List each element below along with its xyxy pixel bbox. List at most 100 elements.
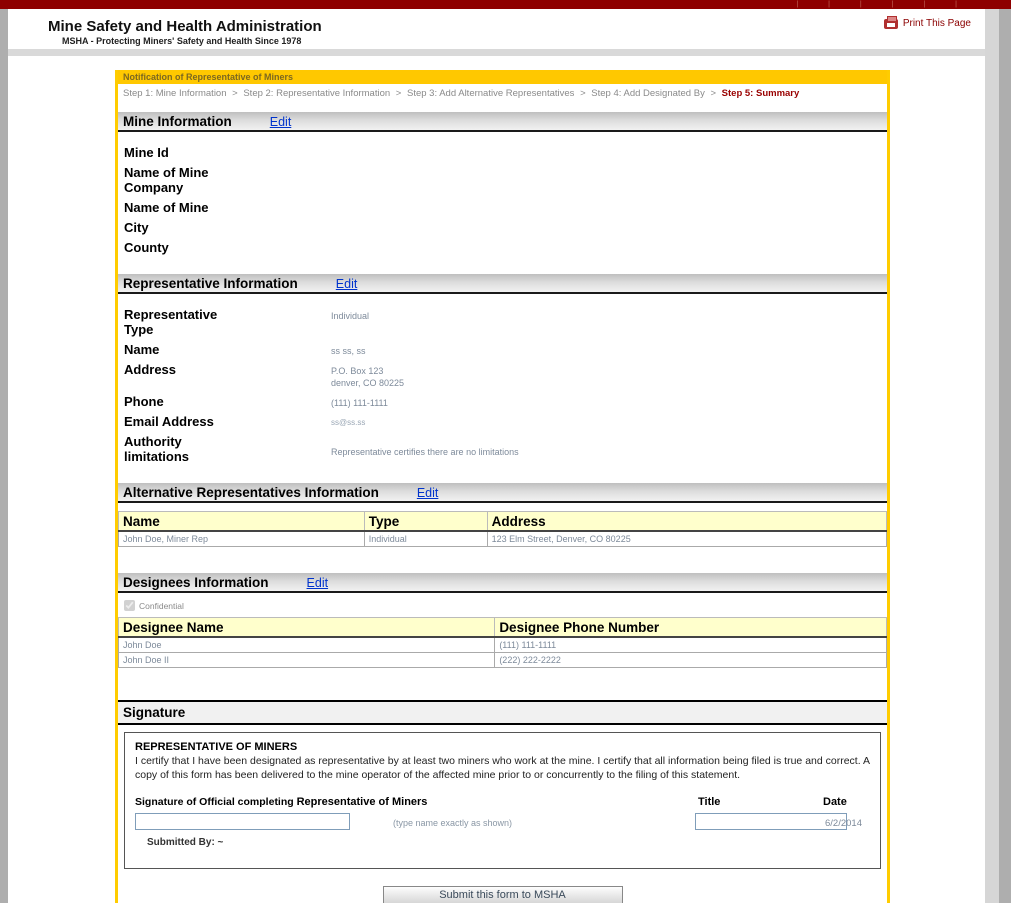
signature-label-part1: Signature of Official completing [135, 796, 294, 808]
field-row: Name of Mine [124, 200, 881, 215]
signature-hint: (type name exactly as shown) [393, 818, 513, 828]
field-value: ss ss, ss [331, 346, 366, 356]
field-label: Mine Id [124, 145, 169, 160]
field-row: Name of Mine Company [124, 165, 881, 195]
confidential-row: Confidential [118, 593, 887, 617]
statement-heading: REPRESENTATIVE OF MINERS [135, 741, 298, 753]
column-header: Type [363, 511, 488, 532]
signature-field-label: Signature of Official completing Represe… [135, 796, 427, 808]
breadcrumb-separator: > [710, 88, 717, 99]
top-nav-bar: | | | | | | [0, 0, 1011, 9]
field-label: Address [124, 362, 177, 377]
breadcrumb-separator: > [395, 88, 402, 99]
mine-information-fields: Mine Id Name of Mine Company Name of Min… [118, 132, 887, 274]
cell-type: Individual [363, 530, 488, 547]
print-this-page-link[interactable]: Print This Page [883, 15, 971, 29]
field-row: Address P.O. Box 123 denver, CO 80225 [124, 362, 881, 389]
signature-fields: Signature of Official completing Represe… [135, 796, 870, 858]
field-label: Authority limitations [124, 434, 190, 464]
cell-name: John Doe, Miner Rep [118, 530, 365, 547]
representative-information-edit-link[interactable]: Edit [336, 277, 358, 291]
address-line-2: denver, CO 80225 [331, 378, 405, 388]
breadcrumb-step-4[interactable]: Step 4: Add Designated By [591, 88, 705, 99]
signature-label-part2: Representative of Miners [296, 796, 428, 808]
table-header-row: Name Type Address [118, 511, 888, 532]
column-header: Designee Phone Number [494, 617, 887, 638]
signature-input[interactable] [135, 813, 350, 830]
statement-text: I certify that I have been designated as… [135, 755, 870, 781]
cell-designee-name: John Doe II [117, 652, 496, 668]
scroll-gutter [985, 9, 999, 903]
column-header: Name [118, 511, 365, 532]
field-row: Email Address ss@ss.ss [124, 414, 881, 429]
alternative-representatives-edit-link[interactable]: Edit [417, 486, 439, 500]
table-header-row: Designee Name Designee Phone Number [117, 617, 887, 638]
field-label: Email Address [124, 414, 214, 429]
field-row: Mine Id [124, 145, 881, 160]
breadcrumb-separator: > [232, 88, 238, 99]
alternative-representatives-title: Alternative Representatives Information [123, 485, 379, 500]
cell-address: 123 Elm Street, Denver, CO 80225 [486, 530, 888, 547]
site-header: Mine Safety and Health Administration MS… [8, 9, 985, 49]
field-label: City [124, 220, 149, 235]
site-subtitle: MSHA - Protecting Miners' Safety and Hea… [62, 36, 302, 46]
address-line-1: P.O. Box 123 [331, 366, 384, 376]
designees-table: Designee Name Designee Phone Number John… [117, 617, 887, 668]
designees-information-edit-link[interactable]: Edit [307, 576, 329, 590]
form-banner: Notification of Representative of Miners [118, 70, 887, 84]
alternative-representatives-table: Name Type Address John Doe, Miner Rep In… [118, 511, 888, 547]
print-label: Print This Page [902, 18, 971, 29]
confidential-label: Confidential [139, 600, 184, 611]
breadcrumb-step-3[interactable]: Step 3: Add Alternative Representatives [407, 88, 574, 99]
printer-icon [883, 15, 898, 29]
representative-information-header: Representative Information Edit [118, 274, 887, 294]
designees-information-title: Designees Information [123, 575, 269, 590]
field-label: Name of Mine Company [124, 165, 209, 195]
signature-header: Signature [118, 700, 887, 725]
breadcrumb-step-2[interactable]: Step 2: Representative Information [243, 88, 390, 99]
submit-button[interactable]: Submit this form to MSHA [382, 885, 623, 903]
signature-title: Signature [123, 705, 186, 720]
column-header: Address [486, 511, 888, 532]
cell-designee-name: John Doe [117, 636, 496, 653]
mine-information-title: Mine Information [123, 114, 232, 129]
field-label: County [124, 240, 169, 255]
submitted-by-label: Submitted By: ~ [147, 837, 224, 848]
field-row: Representative Type Individual [124, 307, 881, 337]
notification-form: Notification of Representative of Miners… [115, 70, 890, 903]
cell-designee-phone: (111) 111-1111 [494, 636, 887, 653]
table-row: John Doe, Miner Rep Individual 123 Elm S… [118, 530, 888, 547]
breadcrumb-separator: > [580, 88, 586, 99]
cell-designee-phone: (222) 222-2222 [494, 652, 887, 668]
site-title: Mine Safety and Health Administration [48, 18, 322, 35]
confidential-checkbox[interactable] [124, 600, 135, 611]
field-row: City [124, 220, 881, 235]
field-row: Phone (111) 111-1111 [124, 394, 881, 409]
alternative-representatives-header: Alternative Representatives Information … [118, 483, 887, 503]
breadcrumb-step-5-current: Step 5: Summary [721, 88, 800, 99]
table-row: John Doe II (222) 222-2222 [117, 652, 887, 668]
page: Mine Safety and Health Administration MS… [8, 9, 985, 903]
field-row: Name ss ss, ss [124, 342, 881, 357]
field-value: Representative certifies there are no li… [331, 447, 519, 457]
date-value: 6/2/2014 [825, 818, 862, 829]
column-header: Designee Name [117, 617, 496, 638]
mine-information-header: Mine Information Edit [118, 112, 887, 132]
field-value: Individual [331, 311, 370, 321]
breadcrumb-step-1[interactable]: Step 1: Mine Information [123, 88, 227, 99]
mine-information-edit-link[interactable]: Edit [270, 115, 292, 129]
field-label: Name of Mine [124, 200, 209, 215]
signature-statement-box: REPRESENTATIVE OF MINERS I certify that … [124, 732, 881, 869]
date-field-label: Date [823, 796, 847, 808]
title-field-label: Title [698, 796, 721, 808]
table-row: John Doe (111) 111-1111 [117, 636, 887, 653]
field-row: County [124, 240, 881, 255]
field-label: Representative Type [124, 307, 218, 337]
representative-information-title: Representative Information [123, 276, 298, 291]
breadcrumb: Step 1: Mine Information > Step 2: Repre… [118, 84, 887, 112]
field-label: Phone [124, 394, 164, 409]
designees-information-header: Designees Information Edit [118, 573, 887, 593]
field-label: Name [124, 342, 160, 357]
